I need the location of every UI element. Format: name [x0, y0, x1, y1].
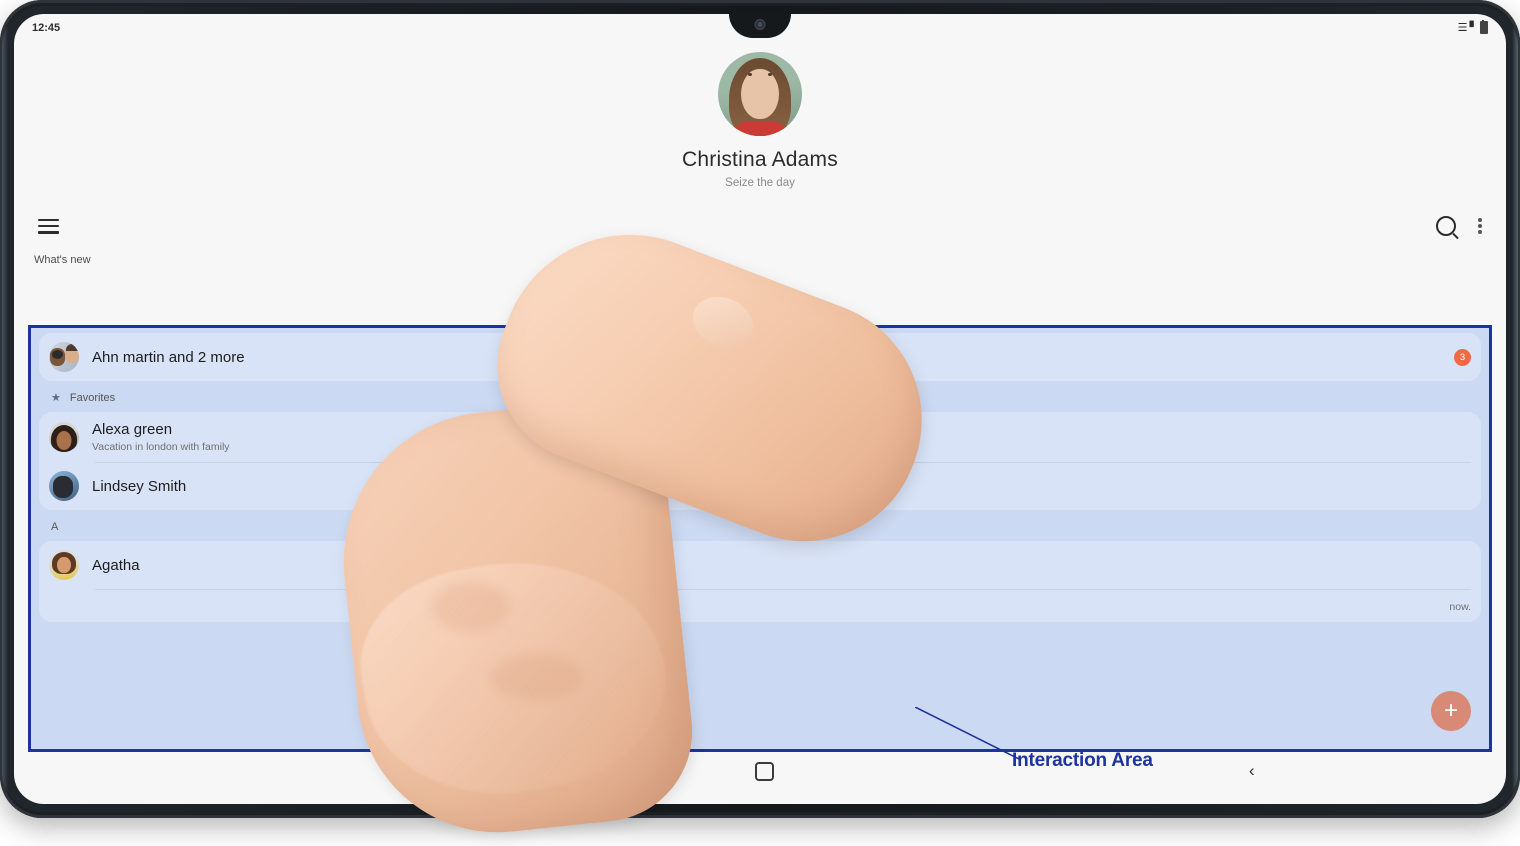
battery-icon: [1480, 21, 1488, 34]
hero-screen: 12:45 ☰ ▘ Christina Adams Seize the day: [14, 14, 1506, 804]
signal-icon: ▘: [1470, 21, 1478, 34]
eye-shape: [748, 73, 752, 76]
section-favorites: ★ Favorites: [39, 386, 1481, 412]
interaction-area[interactable]: Ahn martin and 2 more 3 ★ Favorites: [28, 325, 1492, 752]
system-nav-bar: ‹: [28, 752, 1492, 790]
group-avatar: [49, 342, 79, 372]
section-label: A: [51, 521, 58, 533]
callout-leader-line: [915, 707, 1027, 763]
back-button[interactable]: ‹: [1249, 761, 1255, 781]
section-alpha-a: A: [39, 515, 1481, 541]
list-item[interactable]: Agatha: [39, 541, 1481, 589]
contact-name: Lindsey Smith: [92, 478, 1471, 495]
alexa-avatar: [49, 422, 79, 452]
lindsey-avatar: [49, 471, 79, 501]
section-label: Favorites: [70, 392, 115, 404]
alpha-card: Agatha now.: [39, 541, 1481, 622]
agatha-avatar: [49, 550, 79, 580]
whats-new-card[interactable]: Ahn martin and 2 more 3: [39, 333, 1481, 381]
list-item[interactable]: Ahn martin and 2 more 3: [39, 333, 1481, 381]
contacts-toolbar: [14, 216, 1506, 236]
wifi-icon: ☰: [1458, 21, 1468, 34]
search-icon[interactable]: [1436, 216, 1456, 236]
contact-status: now.: [49, 601, 1471, 613]
contacts-list: Ahn martin and 2 more 3 ★ Favorites: [31, 328, 1489, 622]
screenshot-stage: ☰ ▘ $48 View all 🛒 Shopping Y: [0, 0, 1520, 818]
profile-status: Seize the day: [14, 177, 1506, 189]
hero-phone: 12:45 ☰ ▘ Christina Adams Seize the day: [0, 0, 394, 780]
shirt-shape: [735, 122, 785, 136]
list-item[interactable]: Alexa green Vacation in london with fami…: [39, 412, 1481, 462]
callout-label: Interaction Area: [1012, 750, 1153, 772]
favorites-card: Alexa green Vacation in london with fami…: [39, 412, 1481, 510]
face-shape: [741, 69, 779, 119]
list-item[interactable]: Lindsey Smith: [39, 462, 1481, 510]
home-icon[interactable]: [755, 762, 774, 781]
list-item[interactable]: now.: [39, 589, 1481, 622]
status-bar: 12:45 ☰ ▘: [14, 14, 1506, 34]
contact-name: Ahn martin and 2 more: [92, 349, 1454, 366]
avatar[interactable]: [718, 52, 802, 136]
page-title: Christina Adams: [14, 148, 1506, 172]
hamburger-icon[interactable]: [38, 219, 59, 234]
status-badge: 3: [1454, 349, 1471, 366]
star-icon: ★: [51, 393, 61, 404]
contact-status: Vacation in london with family: [92, 441, 1471, 453]
eye-shape: [768, 73, 772, 76]
section-whats-new: What's new: [14, 236, 1506, 273]
contact-name: Alexa green: [92, 421, 1471, 438]
status-time: 12:45: [32, 22, 60, 34]
add-contact-fab[interactable]: +: [1431, 691, 1471, 731]
more-vertical-icon[interactable]: [1478, 218, 1482, 234]
contact-name: Agatha: [92, 557, 1471, 574]
